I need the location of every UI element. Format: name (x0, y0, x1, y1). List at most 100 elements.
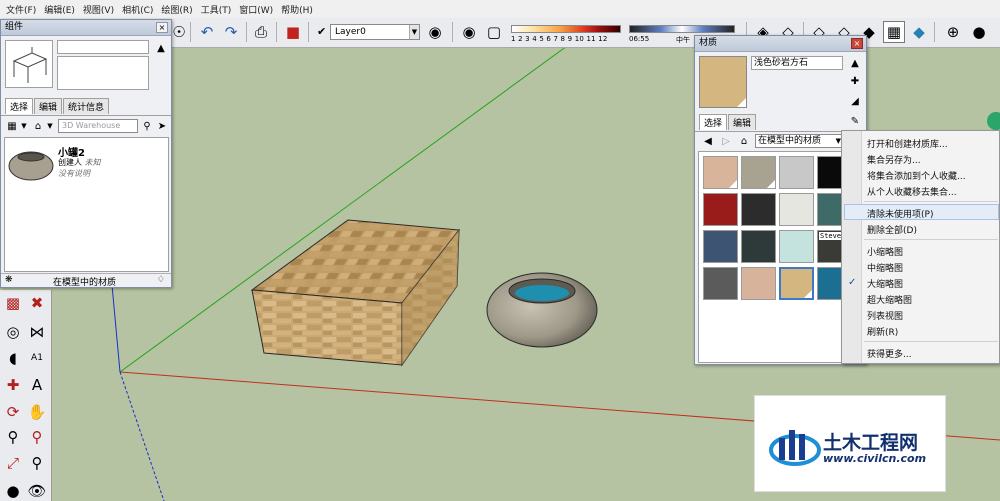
menu-item-delete-all[interactable]: 删除全部(D) (867, 223, 917, 236)
material-swatch[interactable] (703, 193, 738, 226)
walk-tool-icon[interactable]: ● (2, 480, 24, 501)
pot-model[interactable] (486, 272, 598, 348)
material-swatch[interactable] (779, 230, 814, 263)
orbit-icon[interactable]: ⟳ (2, 401, 24, 423)
material-swatch[interactable] (779, 193, 814, 226)
swatch-label: Steve (819, 232, 843, 240)
material-swatch[interactable] (703, 230, 738, 263)
look-around-icon[interactable]: 👁 (26, 480, 48, 501)
search-input[interactable]: 3D Warehouse (58, 119, 138, 133)
components-titlebar[interactable]: 组件 × (1, 20, 171, 36)
date-slider[interactable] (511, 25, 621, 33)
3d-text-icon[interactable]: A (26, 374, 48, 396)
shadow-settings-icon[interactable]: ◉ (458, 21, 480, 43)
menu-file[interactable]: 文件(F) (2, 3, 40, 16)
menu-window[interactable]: 窗口(W) (235, 3, 277, 16)
menu-item-refresh[interactable]: 刷新(R) (867, 325, 898, 338)
menu-tools[interactable]: 工具(T) (197, 3, 236, 16)
menu-item-get-more[interactable]: 获得更多... (867, 347, 912, 360)
forward-icon[interactable]: ▷ (719, 134, 733, 148)
previous-view-icon[interactable]: ⚲ (26, 452, 48, 474)
tab-select[interactable]: 选择 (699, 114, 728, 130)
eyedropper-icon[interactable]: ✎ (848, 114, 862, 128)
layer-select[interactable]: Layer0 ▼ (330, 24, 420, 40)
component-preview (5, 40, 53, 88)
watermark: 土木工程网 www.civilcn.com (754, 395, 946, 492)
material-swatch[interactable] (703, 156, 738, 189)
time-start-label: 06:55 (629, 35, 650, 43)
menu-item-small-thumbnails[interactable]: 小缩略图 (867, 245, 903, 258)
menu-item-save-as[interactable]: 集合另存为... (867, 153, 921, 166)
component-name-field[interactable] (57, 40, 149, 54)
menu-draw[interactable]: 绘图(R) (157, 3, 196, 16)
materials-titlebar[interactable]: 材质 × (695, 36, 866, 52)
redo-icon[interactable]: ↷ (220, 21, 242, 43)
chevron-down-icon[interactable]: ▼ (43, 119, 57, 133)
expand-right-icon[interactable]: ♢ (157, 275, 165, 285)
details-icon[interactable]: ▲ (848, 56, 862, 70)
monochrome-style-icon[interactable]: ◆ (908, 21, 930, 43)
walk-icon[interactable]: ● (968, 21, 990, 43)
eraser-icon[interactable]: ✖ (26, 292, 48, 314)
menu-item-remove-favorites[interactable]: 从个人收藏移去集合... (867, 185, 957, 198)
menu-item-medium-thumbnails[interactable]: 中缩略图 (867, 261, 903, 274)
material-swatch[interactable] (741, 230, 776, 263)
menu-item-list-view[interactable]: 列表视图 (867, 309, 903, 322)
material-swatch[interactable] (779, 156, 814, 189)
material-swatch[interactable] (703, 267, 738, 300)
time-slider[interactable] (629, 25, 735, 33)
tab-edit[interactable]: 编辑 (34, 98, 63, 114)
search-icon[interactable]: ⚲ (140, 119, 154, 133)
menu-help[interactable]: 帮助(H) (277, 3, 317, 16)
stone-box-model[interactable] (250, 219, 460, 367)
create-material-icon[interactable]: ✚ (848, 74, 862, 88)
tab-select[interactable]: 选择 (5, 98, 34, 114)
collection-select-value: 在模型中的材质 (758, 136, 822, 146)
navigate-icon[interactable]: ➤ (155, 119, 169, 133)
menu-edit[interactable]: 编辑(E) (40, 3, 79, 16)
component-description-field[interactable] (57, 56, 149, 90)
position-camera-icon[interactable]: ⊕ (942, 21, 964, 43)
list-item[interactable] (7, 146, 55, 182)
tab-edit[interactable]: 编辑 (728, 114, 757, 130)
pan-icon[interactable]: ✋ (26, 401, 48, 423)
menu-camera[interactable]: 相机(C) (118, 3, 157, 16)
tape-measure-icon[interactable]: ◎ (2, 321, 24, 343)
menu-view[interactable]: 视图(V) (79, 3, 118, 16)
menu-item-open-library[interactable]: 打开和创建材质库... (867, 137, 948, 150)
close-icon[interactable]: × (156, 22, 168, 33)
paint-bucket-icon[interactable]: ▩ (2, 292, 24, 314)
chevron-down-icon[interactable]: ▼ (17, 119, 31, 133)
default-material-icon[interactable]: ◢ (848, 94, 862, 108)
material-swatch-selected[interactable] (779, 267, 814, 300)
material-name-field[interactable]: 浅色砂岩方石 (751, 56, 843, 70)
collection-select[interactable]: 在模型中的材质 ▼ (755, 134, 843, 148)
text-tool-icon[interactable]: A1 (26, 347, 48, 369)
layer-manager-icon[interactable]: ◉ (424, 21, 446, 43)
back-icon[interactable]: ◀ (701, 134, 715, 148)
close-icon[interactable]: × (851, 38, 863, 49)
model-info-icon[interactable]: ■ (282, 21, 304, 43)
material-swatch[interactable] (741, 267, 776, 300)
undo-icon[interactable]: ↶ (196, 21, 218, 43)
zoom-extents-icon[interactable]: ⤢ (2, 452, 24, 474)
print-icon[interactable]: ⎙ (250, 21, 272, 43)
chevron-down-icon[interactable]: ▼ (409, 25, 419, 39)
menu-item-extra-large-thumbnails[interactable]: 超大缩略图 (867, 293, 912, 306)
material-swatch[interactable] (741, 193, 776, 226)
menu-item-purge-unused[interactable]: 清除未使用项(P) (867, 207, 933, 220)
menu-item-large-thumbnails[interactable]: 大缩略图 (867, 277, 903, 290)
expand-left-icon[interactable]: ❋ (5, 275, 13, 285)
menu-item-add-favorites[interactable]: 将集合添加到个人收藏... (867, 169, 966, 182)
protractor-icon[interactable]: ◖ (2, 347, 24, 369)
details-icon[interactable]: ▲ (154, 41, 168, 55)
shaded-textures-style-icon[interactable]: ▦ (883, 21, 905, 43)
axes-tool-icon[interactable]: ✚ (2, 374, 24, 396)
zoom-window-icon[interactable]: ⚲ (26, 426, 48, 448)
dimension-icon[interactable]: ⋈ (26, 321, 48, 343)
display-shadows-icon[interactable]: ▢ (483, 21, 505, 43)
material-swatch[interactable] (741, 156, 776, 189)
zoom-icon[interactable]: ⚲ (2, 426, 24, 448)
home-icon[interactable]: ⌂ (737, 134, 751, 148)
tab-statistics[interactable]: 统计信息 (63, 98, 110, 114)
